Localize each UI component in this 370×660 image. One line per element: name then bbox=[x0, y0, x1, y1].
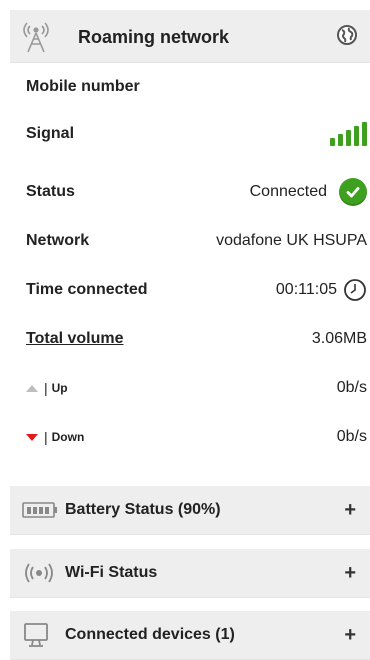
network-row: Network vodafone UK HSUPA bbox=[10, 224, 367, 258]
monitor-icon bbox=[24, 623, 48, 647]
antenna-icon bbox=[23, 22, 49, 53]
total-volume-row: Total volume 3.06MB bbox=[10, 322, 367, 356]
separator: | bbox=[44, 429, 48, 445]
down-row: | Down 0b/s bbox=[10, 420, 367, 454]
time-connected-value: 00:11:05 bbox=[275, 281, 337, 298]
total-volume-value: 3.06MB bbox=[311, 330, 367, 347]
up-row: | Up 0b/s bbox=[10, 371, 367, 405]
arrow-up-icon bbox=[26, 384, 38, 392]
separator: | bbox=[44, 380, 48, 396]
time-connected-label: Time connected bbox=[26, 281, 148, 298]
devices-expand-button[interactable]: + bbox=[344, 624, 356, 647]
battery-status-section[interactable]: Battery Status (90%) + bbox=[10, 486, 370, 535]
network-label: Network bbox=[26, 232, 90, 249]
roaming-header: Roaming network bbox=[10, 10, 370, 63]
connected-devices-label: Connected devices (1) bbox=[65, 626, 235, 643]
time-connected-row: Time connected 00:11:05 bbox=[10, 273, 367, 307]
battery-expand-button[interactable]: + bbox=[344, 499, 356, 522]
roaming-panel: Roaming network Mobile number Signal Sta… bbox=[0, 0, 370, 660]
up-label: Up bbox=[51, 381, 68, 395]
wifi-status-section[interactable]: Wi-Fi Status + bbox=[10, 549, 370, 598]
status-label: Status bbox=[26, 183, 75, 200]
mobile-number-row: Mobile number bbox=[10, 70, 367, 104]
total-volume-link[interactable]: Total volume bbox=[10, 330, 124, 348]
clock-icon bbox=[344, 279, 366, 301]
page-title: Roaming network bbox=[78, 27, 230, 47]
mobile-number-label: Mobile number bbox=[26, 78, 140, 95]
connected-devices-section[interactable]: Connected devices (1) + bbox=[10, 611, 370, 660]
up-value: 0b/s bbox=[336, 379, 367, 396]
status-row: Status Connected bbox=[10, 175, 367, 209]
signal-bars-icon bbox=[330, 122, 367, 146]
network-value: vodafone UK HSUPA bbox=[216, 232, 367, 249]
battery-status-label: Battery Status (90%) bbox=[65, 501, 221, 518]
arrow-down-icon bbox=[26, 433, 38, 441]
globe-icon[interactable] bbox=[336, 24, 358, 46]
signal-label: Signal bbox=[26, 125, 75, 142]
check-icon bbox=[339, 178, 367, 206]
signal-row: Signal bbox=[10, 117, 367, 151]
wifi-icon bbox=[25, 563, 53, 583]
battery-icon bbox=[22, 502, 57, 518]
wifi-expand-button[interactable]: + bbox=[344, 562, 356, 585]
down-label: Down bbox=[51, 430, 85, 444]
status-value: Connected bbox=[249, 183, 327, 200]
down-value: 0b/s bbox=[336, 428, 367, 445]
wifi-status-label: Wi-Fi Status bbox=[65, 564, 158, 581]
